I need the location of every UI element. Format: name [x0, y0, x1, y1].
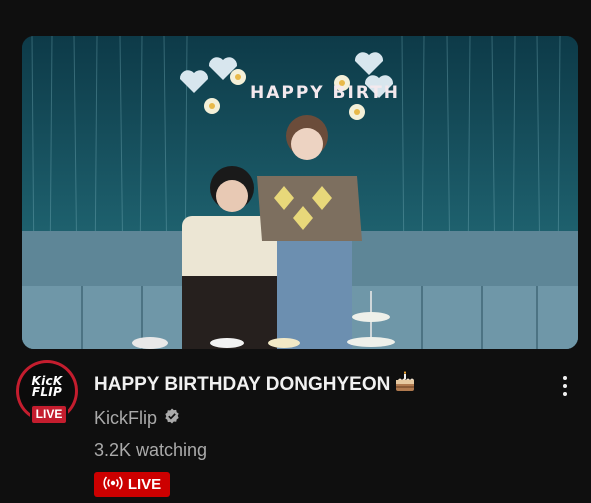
- more-vertical-icon[interactable]: [553, 372, 577, 400]
- menu-dot: [563, 392, 567, 396]
- channel-name: KickFlip: [94, 408, 158, 428]
- live-broadcast-icon: [103, 475, 123, 494]
- thumbnail-scene: HAPPY BIRTH: [22, 36, 578, 349]
- logo-line-2: FLIP: [31, 385, 63, 399]
- avatar-live-badge: LIVE: [30, 404, 68, 425]
- channel-name-link[interactable]: KickFlip: [94, 408, 180, 429]
- video-card: HAPPY BIRTH KicK FLIP LIVE HAPPY BIRTHDA…: [0, 0, 591, 503]
- menu-dot: [563, 384, 567, 388]
- verified-icon: [164, 408, 180, 429]
- live-badge-label: LIVE: [127, 476, 162, 493]
- cake-icon: [393, 371, 417, 399]
- video-thumbnail[interactable]: HAPPY BIRTH: [22, 36, 578, 349]
- banner-text: HAPPY BIRTH: [250, 83, 400, 103]
- live-badge: LIVE: [94, 472, 170, 497]
- channel-logo: KicK FLIP: [19, 375, 75, 399]
- video-title-text: HAPPY BIRTHDAY DONGHYEON: [94, 374, 391, 395]
- menu-dot: [563, 376, 567, 380]
- video-title[interactable]: HAPPY BIRTHDAY DONGHYEON: [94, 371, 534, 399]
- channel-avatar[interactable]: KicK FLIP LIVE: [16, 360, 78, 425]
- viewer-count: 3.2K watching: [94, 440, 208, 460]
